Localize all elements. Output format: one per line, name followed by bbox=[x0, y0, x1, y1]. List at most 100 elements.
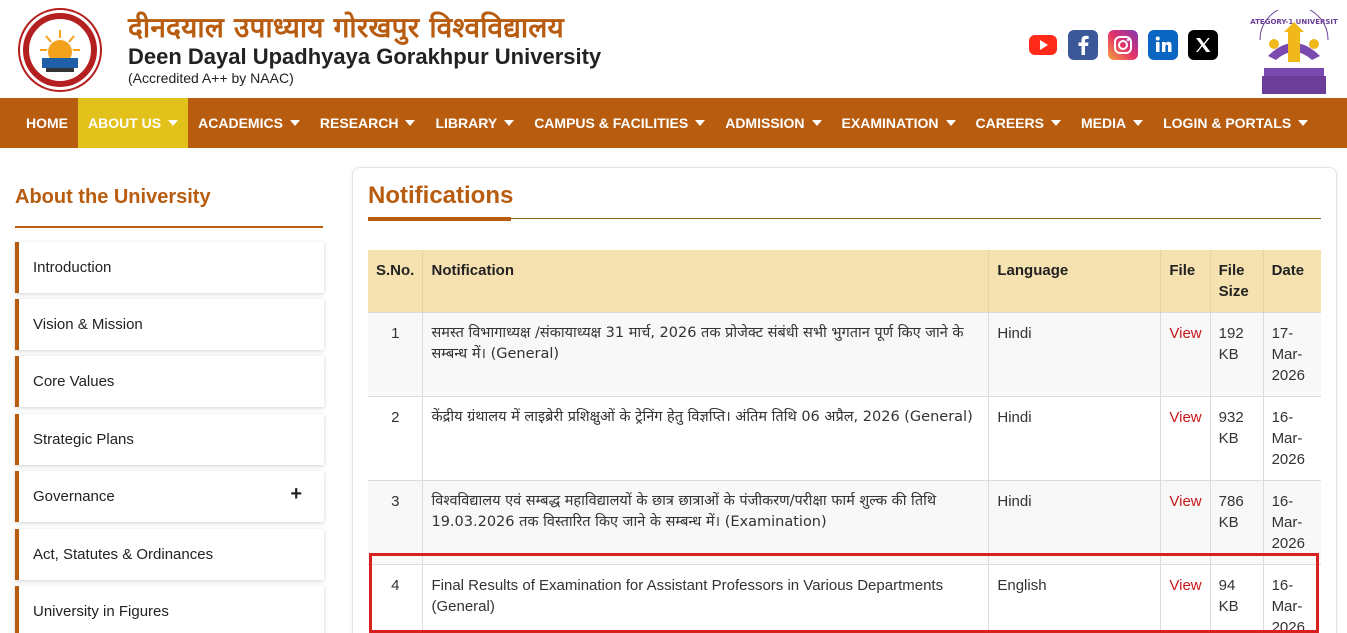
nav-research[interactable]: RESEARCH bbox=[310, 98, 426, 148]
sidebar-item-label: Strategic Plans bbox=[33, 431, 134, 448]
column-header-notification: Notification bbox=[422, 250, 990, 313]
cell-file: View bbox=[1160, 564, 1211, 633]
nav-home[interactable]: HOME bbox=[16, 98, 78, 148]
chevron-down-icon bbox=[504, 120, 515, 126]
cell-date: 16-Mar-2026 bbox=[1263, 564, 1321, 633]
cell-language: Hindi bbox=[988, 480, 1162, 565]
sidebar-item-core-values[interactable]: Core Values bbox=[15, 356, 324, 407]
cell-file: View bbox=[1160, 312, 1211, 397]
sidebar-item-university-figures[interactable]: University in Figures bbox=[15, 586, 324, 633]
nav-label: LIBRARY bbox=[435, 115, 498, 131]
nav-label: CAMPUS & FACILITIES bbox=[534, 115, 689, 131]
sidebar-item-act-statutes[interactable]: Act, Statutes & Ordinances bbox=[15, 529, 324, 580]
cell-sno: 3 bbox=[368, 480, 424, 565]
nav-label: ADMISSION bbox=[725, 115, 805, 131]
expand-plus-icon[interactable]: + bbox=[290, 483, 302, 506]
accreditation-text: (Accredited A++ by NAAC) bbox=[128, 70, 294, 86]
column-header-date: Date bbox=[1263, 250, 1321, 313]
nav-label: ABOUT US bbox=[88, 115, 162, 131]
view-file-link[interactable]: View bbox=[1169, 325, 1201, 342]
chevron-down-icon bbox=[695, 120, 706, 126]
youtube-icon[interactable] bbox=[1028, 30, 1058, 60]
cell-file-size: 786 KB bbox=[1210, 480, 1264, 565]
cell-file-size: 932 KB bbox=[1210, 396, 1264, 481]
column-header-language: Language bbox=[988, 250, 1162, 313]
chevron-down-icon bbox=[289, 120, 300, 126]
cell-language: Hindi bbox=[988, 312, 1162, 397]
sidebar-item-label: Vision & Mission bbox=[33, 316, 143, 333]
nav-label: EXAMINATION bbox=[841, 115, 939, 131]
cell-notification: समस्त विभागाध्यक्ष /संकायाध्यक्ष 31 मार्… bbox=[422, 312, 990, 397]
university-logo-icon[interactable] bbox=[16, 8, 104, 92]
category-university-badge-icon: CATEGORY-1 UNIVERSITY bbox=[1250, 10, 1338, 94]
sidebar-item-strategic-plans[interactable]: Strategic Plans bbox=[15, 414, 324, 465]
page-title: Notifications bbox=[368, 182, 514, 209]
nav-examination[interactable]: EXAMINATION bbox=[832, 98, 966, 148]
table-row: 2 केंद्रीय ग्रंथालय में लाइब्रेरी प्रशिक… bbox=[368, 396, 1321, 481]
cell-sno: 4 bbox=[368, 564, 424, 633]
x-icon[interactable] bbox=[1188, 30, 1218, 60]
university-name-english: Deen Dayal Upadhyaya Gorakhpur Universit… bbox=[128, 44, 602, 69]
linkedin-icon[interactable] bbox=[1148, 30, 1178, 60]
main-navbar: HOME ABOUT US ACADEMICS RESEARCH LIBRARY… bbox=[0, 98, 1347, 148]
view-file-link[interactable]: View bbox=[1169, 577, 1201, 594]
cell-date: 17-Mar-2026 bbox=[1263, 312, 1321, 397]
chevron-down-icon bbox=[1133, 120, 1144, 126]
chevron-down-icon bbox=[811, 120, 822, 126]
view-file-link[interactable]: View bbox=[1169, 409, 1201, 426]
sidebar-title: About the University bbox=[15, 186, 211, 208]
cell-date: 16-Mar-2026 bbox=[1263, 396, 1321, 481]
sidebar-item-label: Core Values bbox=[33, 373, 115, 390]
nav-library[interactable]: LIBRARY bbox=[425, 98, 524, 148]
table-row: 4 Final Results of Examination for Assis… bbox=[368, 564, 1321, 633]
nav-label: LOGIN & PORTALS bbox=[1163, 115, 1292, 131]
university-name-hindi: दीनदयाल उपाध्याय गोरखपुर विश्वविद्यालय bbox=[128, 11, 564, 44]
column-header-sno: S.No. bbox=[368, 250, 424, 313]
sidebar-item-introduction[interactable]: Introduction bbox=[15, 242, 324, 293]
cell-notification: केंद्रीय ग्रंथालय में लाइब्रेरी प्रशिक्ष… bbox=[422, 396, 990, 481]
nav-label: CAREERS bbox=[975, 115, 1044, 131]
table-row: 3 विश्वविद्यालय एवं सम्बद्ध महाविद्यालयो… bbox=[368, 480, 1321, 565]
nav-label: MEDIA bbox=[1080, 115, 1127, 131]
chevron-down-icon bbox=[1050, 120, 1061, 126]
nav-label: RESEARCH bbox=[319, 115, 399, 131]
nav-admission[interactable]: ADMISSION bbox=[715, 98, 831, 148]
sidebar-item-label: Act, Statutes & Ordinances bbox=[33, 546, 214, 563]
column-header-file: File bbox=[1160, 250, 1211, 313]
table-header-row: S.No. Notification Language File File Si… bbox=[368, 250, 1321, 313]
column-header-file-size: File Size bbox=[1210, 250, 1264, 313]
title-underline bbox=[511, 218, 1321, 219]
sidebar-item-governance[interactable]: Governance + bbox=[15, 471, 324, 522]
sidebar-item-vision-mission[interactable]: Vision & Mission bbox=[15, 299, 324, 350]
cell-date: 16-Mar-2026 bbox=[1263, 480, 1321, 565]
nav-media[interactable]: MEDIA bbox=[1071, 98, 1153, 148]
cell-file: View bbox=[1160, 396, 1211, 481]
chevron-down-icon bbox=[405, 120, 416, 126]
sidebar-divider bbox=[15, 226, 323, 228]
chevron-down-icon bbox=[945, 120, 956, 126]
nav-careers[interactable]: CAREERS bbox=[966, 98, 1071, 148]
cell-file-size: 94 KB bbox=[1210, 564, 1264, 633]
cell-notification: Final Results of Examination for Assista… bbox=[422, 564, 990, 633]
nav-campus-facilities[interactable]: CAMPUS & FACILITIES bbox=[524, 98, 715, 148]
chevron-down-icon bbox=[1298, 120, 1309, 126]
chevron-down-icon bbox=[168, 120, 179, 126]
nav-academics[interactable]: ACADEMICS bbox=[188, 98, 310, 148]
cell-file: View bbox=[1160, 480, 1211, 565]
sidebar-item-label: Governance bbox=[33, 488, 115, 505]
instagram-icon[interactable] bbox=[1108, 30, 1138, 60]
nav-login-portals[interactable]: LOGIN & PORTALS bbox=[1153, 98, 1318, 148]
facebook-icon[interactable] bbox=[1068, 30, 1098, 60]
cell-sno: 2 bbox=[368, 396, 424, 481]
view-file-link[interactable]: View bbox=[1169, 493, 1201, 510]
cell-notification: विश्वविद्यालय एवं सम्बद्ध महाविद्यालयों … bbox=[422, 480, 990, 565]
cell-language: Hindi bbox=[988, 396, 1162, 481]
notifications-table: S.No. Notification Language File File Si… bbox=[368, 250, 1321, 633]
sidebar-item-label: University in Figures bbox=[33, 603, 169, 620]
cell-file-size: 192 KB bbox=[1210, 312, 1264, 397]
nav-label: ACADEMICS bbox=[198, 115, 283, 131]
cell-language: English bbox=[988, 564, 1162, 633]
table-row: 1 समस्त विभागाध्यक्ष /संकायाध्यक्ष 31 मा… bbox=[368, 312, 1321, 397]
nav-about-us[interactable]: ABOUT US bbox=[78, 98, 189, 148]
cell-sno: 1 bbox=[368, 312, 424, 397]
